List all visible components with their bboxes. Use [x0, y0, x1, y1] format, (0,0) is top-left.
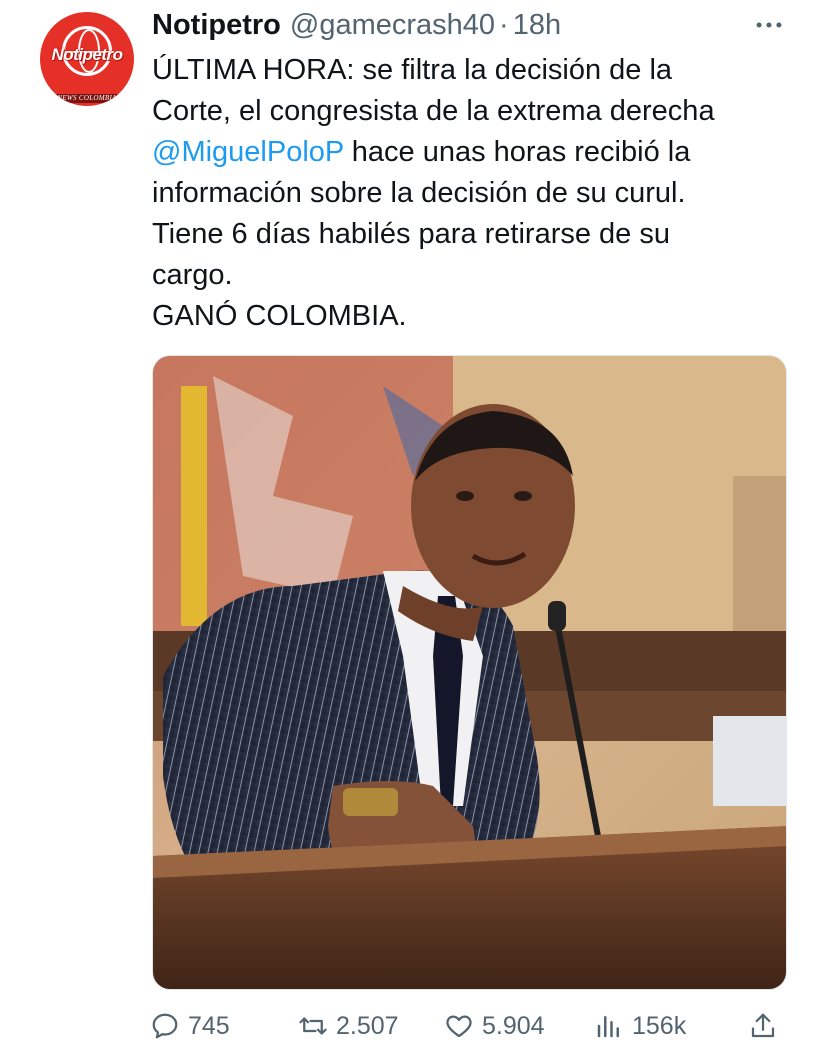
like-count: 5.904: [482, 1011, 545, 1040]
tweet-actions: 745 2.507 5.904 156k: [150, 1004, 790, 1048]
more-horizontal-icon[interactable]: [752, 8, 786, 42]
reply-count: 745: [188, 1011, 230, 1040]
tweet-text-line: Corte, el congresista de la extrema dere…: [152, 95, 715, 127]
like-button[interactable]: 5.904: [444, 1004, 545, 1048]
tweet-text-line: cargo.: [152, 259, 233, 291]
mention-link[interactable]: @MiguelPoloP: [152, 136, 344, 168]
display-name[interactable]: Notipetro: [152, 9, 281, 42]
share-icon: [751, 1013, 775, 1038]
share-button[interactable]: [748, 1004, 778, 1048]
retweet-icon: [299, 1017, 327, 1035]
views-count: 156k: [632, 1011, 687, 1040]
tweet-photo[interactable]: [152, 355, 787, 990]
tweet-text-fragment: hace unas horas recibió la: [343, 136, 691, 168]
tweet-text-line: información sobre la decisión de su curu…: [152, 177, 686, 209]
reply-icon: [152, 1013, 178, 1039]
reply-button[interactable]: 745: [150, 1004, 230, 1048]
tweet-text-line: GANÓ COLOMBIA.: [152, 300, 407, 332]
tweet-header: Notipetro @gamecrash40 · 18h: [152, 4, 561, 46]
avatar[interactable]: Notipetro NEWS COLOMBIA: [40, 12, 134, 106]
views-chart-icon: [597, 1016, 619, 1038]
retweet-button[interactable]: 2.507: [298, 1004, 399, 1048]
photo-illustration: [153, 356, 786, 989]
retweet-count: 2.507: [336, 1011, 399, 1040]
avatar-subtitle-text: NEWS COLOMBIA: [52, 94, 122, 103]
tweet[interactable]: Notipetro NEWS COLOMBIA Notipetro @gamec…: [0, 0, 828, 1056]
tweet-text: ÚLTIMA HORA: se filtra la decisión de la…: [152, 50, 802, 337]
tweet-text-line: @MiguelPoloP hace unas horas recibió la: [152, 132, 802, 173]
heart-icon: [446, 1015, 472, 1038]
views-button[interactable]: 156k: [594, 1004, 686, 1048]
tweet-text-line: ÚLTIMA HORA: se filtra la decisión de la: [152, 54, 673, 86]
separator: ·: [499, 8, 509, 41]
tweet-text-line: Tiene 6 días habilés para retirarse de s…: [152, 218, 670, 250]
avatar-brand-text: Notipetro: [51, 45, 123, 64]
user-handle[interactable]: @gamecrash40: [290, 9, 495, 42]
timestamp[interactable]: 18h: [513, 9, 561, 42]
